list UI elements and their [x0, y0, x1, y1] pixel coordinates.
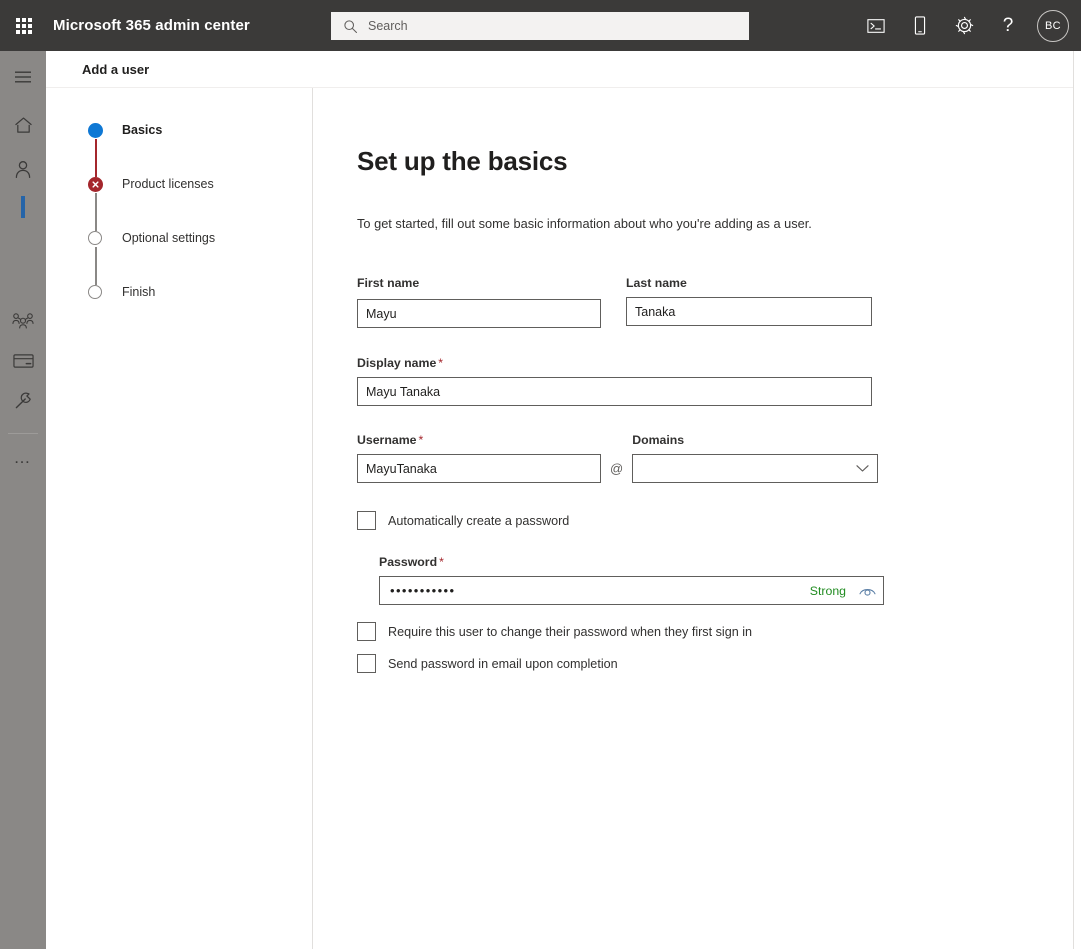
hamburger-menu-icon[interactable]	[0, 59, 46, 95]
auto-create-password-checkbox[interactable]: Automatically create a password	[357, 511, 1073, 530]
required-marker: *	[439, 555, 444, 569]
filled-circle-icon	[88, 123, 103, 138]
empty-circle-icon	[88, 285, 102, 299]
settings-gear-icon[interactable]	[947, 8, 981, 44]
chevron-down-icon	[856, 462, 869, 476]
username-field: Username * MayuTanaka	[357, 433, 601, 483]
console-icon[interactable]	[859, 8, 893, 44]
wizard-steps-list: Basics Product licenses Optional setting…	[46, 122, 312, 338]
checkbox-box	[357, 654, 376, 673]
domains-select[interactable]	[632, 454, 879, 483]
eye-icon[interactable]	[858, 582, 876, 600]
show-all-icon[interactable]: …	[0, 440, 46, 476]
step-marker-pending	[88, 231, 104, 285]
display-name-field: Display name * Mayu Tanaka	[357, 356, 1073, 406]
step-connector	[95, 193, 97, 231]
username-field-row: Username * MayuTanaka @ Domains	[357, 433, 1073, 483]
require-password-change-checkbox[interactable]: Require this user to change their passwo…	[357, 622, 1073, 641]
step-connector	[95, 247, 97, 285]
empty-circle-icon	[88, 231, 102, 245]
help-icon[interactable]: ?	[991, 8, 1025, 44]
form-panel: Set up the basics To get started, fill o…	[313, 88, 1073, 949]
password-label-text: Password	[379, 555, 438, 569]
search-input[interactable]: Search	[368, 19, 408, 33]
first-name-field: First name Mayu	[357, 276, 601, 328]
username-label-text: Username	[357, 433, 417, 447]
step-marker-active	[88, 123, 104, 177]
rail-active-indicator	[0, 189, 46, 225]
mobile-device-icon[interactable]	[903, 8, 937, 44]
suite-bar: Microsoft 365 admin center Search ? BC	[0, 0, 1081, 51]
app-launcher-icon[interactable]	[0, 0, 48, 51]
wizard-step-label: Product licenses	[122, 177, 214, 191]
last-name-input[interactable]: Tanaka	[626, 297, 872, 326]
display-name-label-text: Display name	[357, 356, 437, 370]
password-label: Password *	[379, 555, 1073, 569]
password-strength-label: Strong	[809, 583, 846, 598]
search-box[interactable]: Search	[331, 12, 749, 40]
rail-divider	[8, 433, 38, 434]
step-marker-error	[88, 177, 104, 231]
users-icon[interactable]	[0, 151, 46, 187]
left-nav-rail: …	[0, 51, 46, 949]
search-icon	[343, 19, 358, 34]
auto-create-password-label: Automatically create a password	[388, 513, 570, 528]
checkbox-box	[357, 622, 376, 641]
content-row: Basics Product licenses Optional setting…	[46, 88, 1073, 949]
step-marker-pending	[88, 285, 104, 301]
wizard-step-label: Finish	[122, 285, 156, 299]
checkbox-box	[357, 511, 376, 530]
password-masked-value: •••••••••••	[390, 583, 456, 598]
first-name-label: First name	[357, 276, 420, 290]
home-icon[interactable]	[0, 107, 46, 143]
billing-icon[interactable]	[0, 343, 46, 379]
password-field: Password * ••••••••••• Strong	[379, 555, 1073, 605]
first-name-input[interactable]: Mayu	[357, 299, 601, 328]
error-x-icon	[88, 177, 103, 192]
page-body: Add a user Basics Product licenses Optio…	[46, 51, 1074, 949]
wizard-step-label: Basics	[122, 123, 163, 137]
required-marker: *	[418, 433, 424, 447]
name-field-row: First name Mayu Last name Tanaka	[357, 276, 1073, 328]
wizard-step-label: Optional settings	[122, 231, 216, 245]
required-marker: *	[438, 356, 444, 370]
wizard-step-finish[interactable]: Finish	[88, 284, 312, 338]
teams-groups-icon[interactable]	[0, 303, 46, 339]
suite-actions: ? BC	[859, 0, 1069, 51]
avatar[interactable]: BC	[1037, 9, 1069, 42]
form-intro-text: To get started, fill out some basic info…	[357, 216, 812, 231]
step-connector	[95, 139, 97, 177]
wizard-step-optional-settings[interactable]: Optional settings	[88, 230, 312, 285]
page-title: Add a user	[82, 61, 150, 77]
domains-field: Domains	[632, 433, 879, 483]
last-name-label: Last name	[626, 276, 687, 290]
wizard-step-basics[interactable]: Basics	[88, 122, 312, 177]
send-password-email-label: Send password in email upon completion	[388, 656, 618, 671]
password-input[interactable]: ••••••••••• Strong	[379, 576, 884, 605]
page-header: Add a user	[46, 51, 1073, 88]
require-password-change-label: Require this user to change their passwo…	[388, 624, 753, 639]
wizard-steps-panel: Basics Product licenses Optional setting…	[46, 88, 313, 949]
app-launcher-grid	[16, 17, 32, 34]
display-name-input[interactable]: Mayu Tanaka	[357, 377, 872, 406]
display-name-label: Display name *	[357, 356, 1073, 370]
username-label: Username *	[357, 433, 601, 447]
form-heading: Set up the basics	[357, 146, 568, 176]
send-password-email-checkbox[interactable]: Send password in email upon completion	[357, 654, 1073, 673]
domains-label: Domains	[632, 433, 685, 447]
setup-wrench-icon[interactable]	[0, 383, 46, 419]
suite-title: Microsoft 365 admin center	[53, 17, 250, 34]
wizard-step-product-licenses[interactable]: Product licenses	[88, 176, 312, 231]
username-input[interactable]: MayuTanaka	[357, 454, 601, 483]
at-separator: @	[610, 461, 624, 476]
last-name-field: Last name Tanaka	[626, 276, 872, 328]
